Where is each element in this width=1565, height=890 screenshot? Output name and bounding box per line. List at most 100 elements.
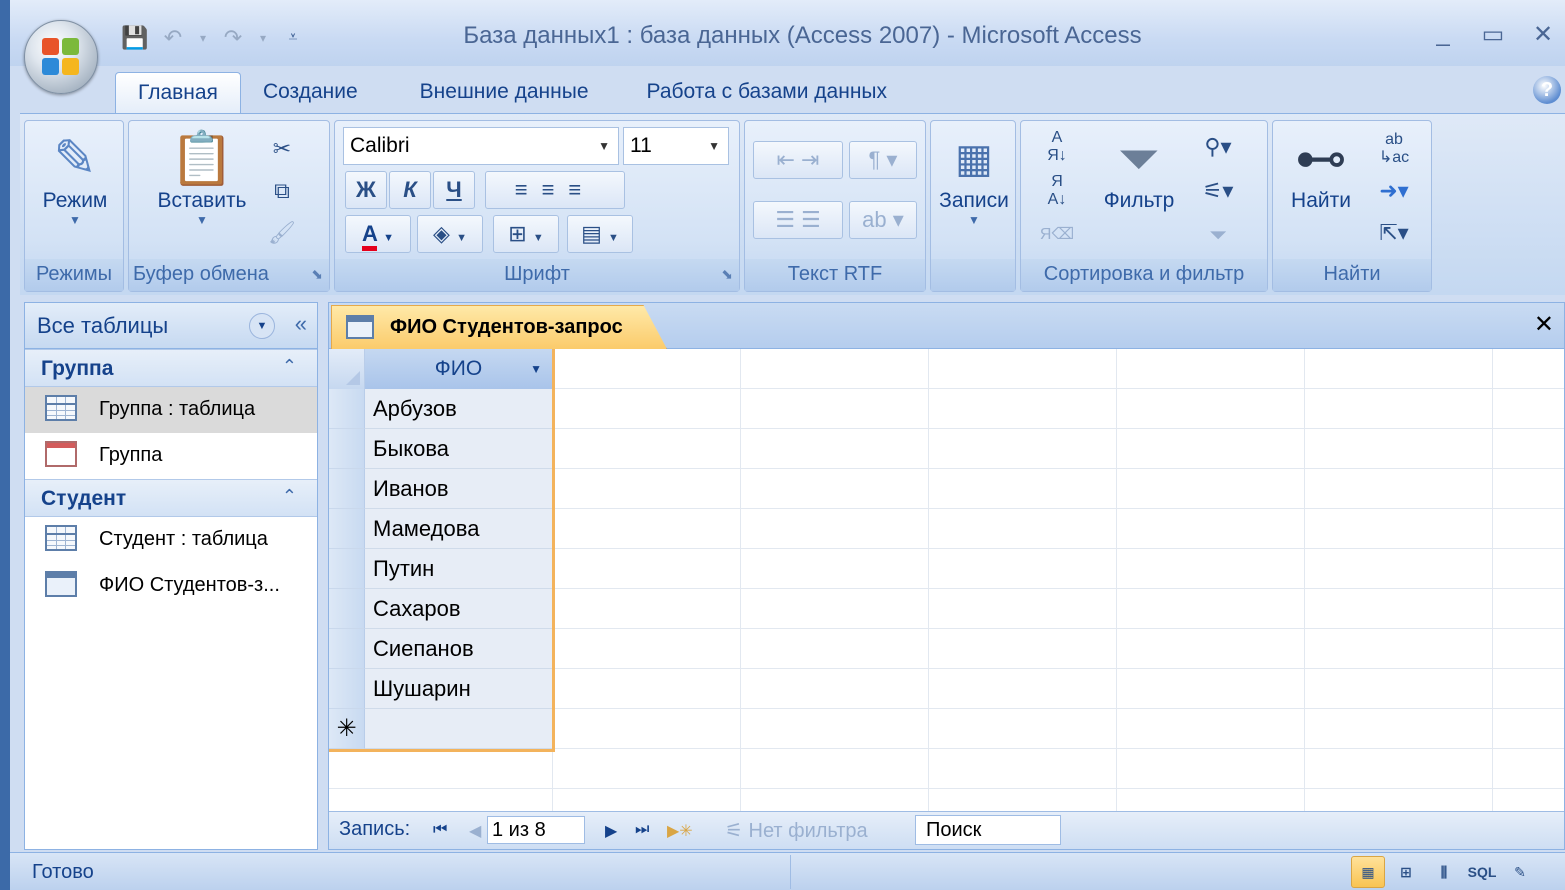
- nav-item-group-form[interactable]: Группа: [25, 433, 317, 479]
- nav-section-student[interactable]: Студент ⌃: [25, 479, 317, 517]
- close-document-icon[interactable]: ✕: [1534, 310, 1554, 339]
- format-painter-icon[interactable]: 🖌: [265, 215, 299, 251]
- advanced-filter-icon[interactable]: ⚟▾: [1191, 173, 1245, 209]
- table-row[interactable]: Сахаров: [329, 589, 552, 629]
- fio-cell[interactable]: Мамедова: [365, 509, 552, 549]
- last-record-icon[interactable]: ⏭: [635, 821, 649, 839]
- previous-record-icon[interactable]: ◀: [469, 821, 481, 841]
- datasheet-view-icon[interactable]: ▦: [1351, 856, 1385, 888]
- paragraph-direction-button[interactable]: ¶ ▾: [849, 141, 917, 179]
- search-input[interactable]: Поиск: [915, 815, 1061, 845]
- nav-item-group-table[interactable]: Группа : таблица: [25, 387, 317, 433]
- new-record-cell[interactable]: [365, 709, 552, 749]
- fio-cell[interactable]: Иванов: [365, 469, 552, 509]
- row-selector[interactable]: [329, 389, 365, 429]
- indent-buttons[interactable]: ⇤ ⇥: [753, 141, 843, 179]
- select-all-corner[interactable]: [329, 349, 365, 389]
- cut-icon[interactable]: ✂: [265, 131, 299, 167]
- fill-color-button[interactable]: ◈ ▼: [417, 215, 483, 253]
- alt-fill-button[interactable]: ▤ ▼: [567, 215, 633, 253]
- gridlines-button[interactable]: ⊞ ▼: [493, 215, 559, 253]
- highlight-button[interactable]: ab ▾: [849, 201, 917, 239]
- chevron-up-icon[interactable]: ⌃: [282, 486, 297, 507]
- records-button[interactable]: ▦ Записи ▼: [931, 129, 1017, 227]
- record-position-field[interactable]: 1 из 8: [487, 816, 585, 844]
- font-name-combo[interactable]: Calibri ▼: [343, 127, 619, 165]
- table-row[interactable]: Быкова: [329, 429, 552, 469]
- row-selector[interactable]: [329, 669, 365, 709]
- help-icon[interactable]: ?: [1533, 76, 1561, 104]
- sort-descending-icon[interactable]: Я А↓: [1037, 173, 1077, 209]
- document-tab-label: ФИО Студентов-запрос: [390, 316, 623, 338]
- filter-button[interactable]: ⏷ Фильтр: [1095, 129, 1183, 213]
- nav-item-student-table[interactable]: Студент : таблица: [25, 517, 317, 563]
- form-icon: [45, 441, 77, 467]
- row-selector[interactable]: [329, 509, 365, 549]
- font-color-button[interactable]: A ▼: [345, 215, 411, 253]
- maximize-button[interactable]: ▭: [1479, 20, 1507, 49]
- nav-item-fio-query[interactable]: ФИО Студентов-з...: [25, 563, 317, 609]
- row-selector[interactable]: [329, 589, 365, 629]
- row-selector[interactable]: [329, 629, 365, 669]
- select-icon[interactable]: ⇱▾: [1369, 215, 1419, 251]
- new-record-nav-icon[interactable]: ▶✳: [667, 821, 693, 841]
- list-buttons[interactable]: ☰ ☰: [753, 201, 843, 239]
- italic-button[interactable]: К: [389, 171, 431, 209]
- align-buttons[interactable]: ≡≡≡: [485, 171, 625, 209]
- tab-external-data[interactable]: Внешние данные: [380, 72, 611, 114]
- goto-icon[interactable]: ➜▾: [1369, 173, 1419, 209]
- table-row[interactable]: Путин: [329, 549, 552, 589]
- table-row[interactable]: Иванов: [329, 469, 552, 509]
- table-row[interactable]: Сиепанов: [329, 629, 552, 669]
- sort-ascending-icon[interactable]: А Я↓: [1037, 129, 1077, 165]
- font-size-combo[interactable]: 11 ▼: [623, 127, 729, 165]
- table-row[interactable]: Мамедова: [329, 509, 552, 549]
- new-record-row[interactable]: ✳: [329, 709, 552, 749]
- mode-button[interactable]: ✎ Режим ▼: [31, 129, 119, 227]
- chevron-up-icon[interactable]: ⌃: [282, 356, 297, 377]
- bold-button[interactable]: Ж: [345, 171, 387, 209]
- copy-icon[interactable]: ⧉: [265, 173, 299, 209]
- office-button[interactable]: [24, 20, 98, 94]
- selection-filter-icon[interactable]: ⚲▾: [1191, 129, 1245, 165]
- tab-home[interactable]: Главная: [115, 72, 241, 114]
- table-row[interactable]: Арбузов: [329, 389, 552, 429]
- row-selector[interactable]: [329, 429, 365, 469]
- row-selector[interactable]: [329, 549, 365, 589]
- pivotchart-view-icon[interactable]: ⫼: [1427, 856, 1461, 888]
- row-selector[interactable]: [329, 469, 365, 509]
- table-row[interactable]: Шушарин: [329, 669, 552, 709]
- column-header-fio[interactable]: ФИО ▼: [365, 349, 552, 389]
- fio-cell[interactable]: Сиепанов: [365, 629, 552, 669]
- underline-button[interactable]: Ч: [433, 171, 475, 209]
- tab-create[interactable]: Создание: [241, 72, 380, 114]
- close-window-button[interactable]: ✕: [1529, 20, 1557, 49]
- first-record-icon[interactable]: ⏮: [433, 821, 447, 839]
- replace-icon[interactable]: ab ↳ac: [1369, 131, 1419, 167]
- group-find-label: Найти: [1273, 259, 1431, 291]
- fio-cell[interactable]: Сахаров: [365, 589, 552, 629]
- dialog-launcher-icon[interactable]: ⬊: [721, 266, 733, 283]
- chevron-down-icon[interactable]: ▼: [530, 349, 542, 389]
- dialog-launcher-icon[interactable]: ⬊: [311, 266, 323, 283]
- next-record-icon[interactable]: ▶: [605, 821, 617, 841]
- pivottable-view-icon[interactable]: ⊞: [1389, 856, 1423, 888]
- nav-section-group[interactable]: Группа ⌃: [25, 349, 317, 387]
- minimize-button[interactable]: _: [1429, 20, 1457, 49]
- nav-pane-collapse-icon[interactable]: «: [295, 311, 307, 337]
- find-button[interactable]: ⊷ Найти: [1277, 129, 1365, 213]
- tab-database-tools[interactable]: Работа с базами данных: [611, 72, 910, 114]
- fio-cell[interactable]: Шушарин: [365, 669, 552, 709]
- clear-sort-icon[interactable]: Я⌫: [1037, 217, 1077, 253]
- fio-cell[interactable]: Быкова: [365, 429, 552, 469]
- nav-pane-header[interactable]: Все таблицы ▼ «: [25, 303, 317, 349]
- document-tab-fio-query[interactable]: ФИО Студентов-запрос: [331, 305, 667, 349]
- fio-cell[interactable]: Путин: [365, 549, 552, 589]
- fio-cell[interactable]: Арбузов: [365, 389, 552, 429]
- toggle-filter-icon[interactable]: ⏷: [1191, 217, 1245, 253]
- design-view-icon[interactable]: ✎: [1503, 856, 1537, 888]
- nav-pane-menu-icon[interactable]: ▼: [249, 313, 275, 339]
- filter-status[interactable]: ⚟ Нет фильтра: [725, 818, 868, 843]
- sql-view-button[interactable]: SQL: [1465, 856, 1499, 888]
- paste-button[interactable]: 📋 Вставить ▼: [147, 129, 257, 227]
